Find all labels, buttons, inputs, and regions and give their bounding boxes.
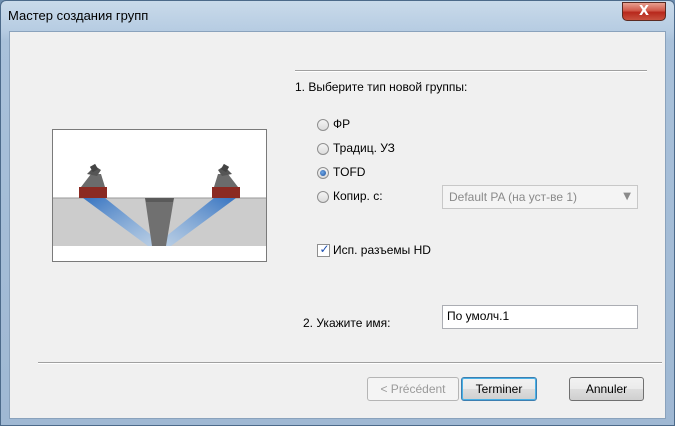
step1-heading: 1. Выберите тип новой группы: <box>295 80 468 94</box>
copy-from-value: Default PA (на уст-ве 1) <box>449 190 578 204</box>
radio-copy-from-label: Копир. с: <box>333 189 383 203</box>
dialog-client-area: 1. Выберите тип новой группы: ФР Традиц.… <box>9 31 666 419</box>
tofd-diagram-icon <box>53 163 266 246</box>
copy-from-dropdown[interactable]: Default PA (на уст-ве 1) ▼ <box>442 185 638 209</box>
hd-connectors-checkbox[interactable]: ✓ <box>317 242 330 257</box>
wizard-window: Мастер создания групп X 1. Выберите тип … <box>0 0 675 426</box>
group-name-field[interactable] <box>447 309 627 323</box>
finish-button[interactable]: Terminer <box>461 377 537 401</box>
previous-button[interactable]: < Précédent <box>367 377 459 401</box>
radio-tofd[interactable] <box>317 167 329 179</box>
radio-pa[interactable] <box>317 119 329 131</box>
checkmark-icon: ✓ <box>319 242 330 256</box>
radio-copy-from[interactable] <box>317 191 329 203</box>
top-separator <box>295 70 647 72</box>
step2-label: 2. Укажите имя: <box>303 316 391 330</box>
bottom-separator <box>38 362 662 364</box>
close-icon: X <box>638 4 650 19</box>
radio-conventional-ut[interactable] <box>317 143 329 155</box>
dropdown-arrow-icon: ▼ <box>623 191 631 202</box>
window-title: Мастер создания групп <box>8 8 149 23</box>
title-bar[interactable]: Мастер создания групп X <box>1 1 674 31</box>
radio-pa-label: ФР <box>333 117 351 131</box>
group-name-input[interactable] <box>442 305 638 329</box>
cancel-button[interactable]: Annuler <box>569 377 644 401</box>
close-button[interactable]: X <box>622 2 666 21</box>
radio-conventional-ut-label: Традиц. УЗ <box>333 141 395 155</box>
hd-connectors-label: Исп. разъемы HD <box>333 243 431 257</box>
radio-tofd-label: TOFD <box>333 165 366 179</box>
tofd-illustration <box>52 129 267 262</box>
